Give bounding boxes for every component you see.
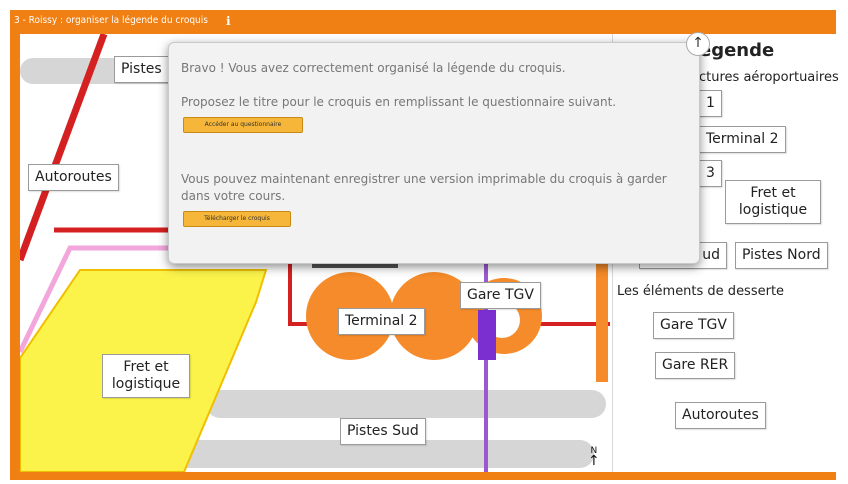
runway-south-1 xyxy=(206,390,606,418)
north-arrow-icon: ↑ xyxy=(588,453,600,469)
legend-item-autoroutes[interactable]: Autoroutes xyxy=(675,402,766,429)
dialog-message-success: Bravo ! Vous avez correctement organisé … xyxy=(181,61,566,75)
legend-item-fret[interactable]: Fret et logistique xyxy=(725,180,821,224)
dialog-message-title: Proposez le titre pour le croquis en rem… xyxy=(181,95,617,109)
legend-item-gare-rer[interactable]: Gare RER xyxy=(655,352,736,379)
label-pistes[interactable]: Pistes xyxy=(114,56,169,83)
download-button[interactable]: Télécharger le croquis xyxy=(183,211,291,227)
dialog-message-print: Vous pouvez maintenant enregistrer une v… xyxy=(181,172,667,203)
success-dialog: Bravo ! Vous avez correctement organisé … xyxy=(168,42,700,264)
title-bar: 3 - Roissy : organiser la légende du cro… xyxy=(10,10,836,34)
label-gare-tgv[interactable]: Gare TGV xyxy=(460,282,541,309)
window-title: 3 - Roissy : organiser la légende du cro… xyxy=(14,15,208,26)
frame-bottom-border xyxy=(10,472,836,480)
legend-item-1[interactable]: 1 xyxy=(699,90,722,117)
north-indicator: N ↑ xyxy=(588,446,600,468)
legend-subtitle-infra: ctures aéroportuaires xyxy=(699,70,839,85)
legend-subtitle-desserte: Les éléments de desserte xyxy=(617,284,785,299)
legend-item-terminal-2[interactable]: Terminal 2 xyxy=(699,126,786,153)
label-autoroutes[interactable]: Autoroutes xyxy=(28,164,119,191)
legend-item-3[interactable]: 3 xyxy=(699,160,722,187)
terminal-bar xyxy=(596,258,608,382)
label-pistes-sud[interactable]: Pistes Sud xyxy=(340,418,426,445)
legend-item-pistes-nord[interactable]: Pistes Nord xyxy=(735,242,828,269)
label-fret[interactable]: Fret et logistique xyxy=(102,354,190,398)
label-terminal-2[interactable]: Terminal 2 xyxy=(338,308,425,335)
frame-left-border xyxy=(10,34,20,478)
legend-item-gare-tgv[interactable]: Gare TGV xyxy=(653,312,734,339)
legend-heading: égende xyxy=(699,40,775,61)
questionnaire-button[interactable]: Accéder au questionnaire xyxy=(183,117,303,133)
info-icon[interactable]: ℹ xyxy=(226,14,231,28)
tgv-station xyxy=(478,310,496,360)
app-frame: 3 - Roissy : organiser la légende du cro… xyxy=(0,0,848,484)
collapse-arrow-icon[interactable]: ↑ xyxy=(686,32,710,56)
